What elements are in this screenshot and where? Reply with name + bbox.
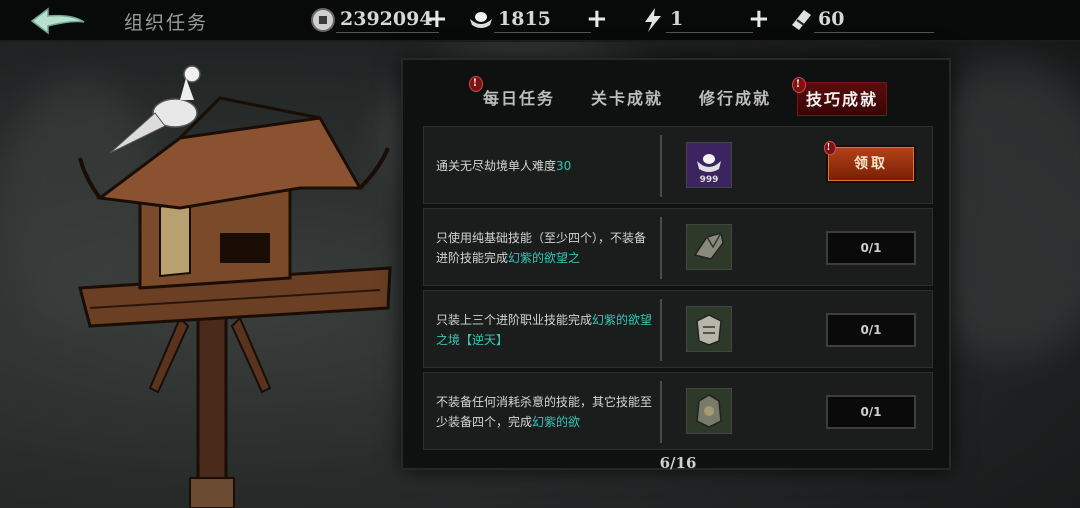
claim-badge: ! xyxy=(824,141,836,155)
add-coin-button[interactable]: + xyxy=(426,4,448,34)
task-description: 不装备任何消耗杀意的技能，其它技能至少装备四个，完成幻紫的欲 xyxy=(436,373,656,451)
page-title: 组织任务 xyxy=(124,12,209,34)
task-text: 只装上三个进阶职业技能完成 xyxy=(436,313,593,327)
tab-daily-tasks[interactable]: ! 每日任务 xyxy=(469,76,563,116)
claim-button[interactable]: ! 领取 xyxy=(824,141,916,183)
reward-item[interactable]: 999 xyxy=(686,142,732,188)
back-button[interactable] xyxy=(28,6,88,36)
task-panel: ! 每日任务 关卡成就 修行成就 ! 技巧成就 通关无尽劫境单人难度30 999… xyxy=(401,58,953,472)
reward-item[interactable] xyxy=(686,306,732,352)
divider xyxy=(660,217,662,279)
tab-skill-achievements[interactable]: ! 技巧成就 xyxy=(792,77,888,116)
progress-indicator: 0/1 xyxy=(826,395,916,429)
tab-stage-achievements[interactable]: 关卡成就 xyxy=(583,82,671,116)
claim-label: 领取 xyxy=(854,156,888,172)
task-description: 通关无尽劫境单人难度30 xyxy=(436,127,656,205)
add-silver-button[interactable]: + xyxy=(586,4,608,34)
page-indicator: 6/16 xyxy=(659,454,697,472)
task-text: 通关无尽劫境单人难度 xyxy=(436,159,557,173)
task-highlight: 幻紫的欲望之 xyxy=(508,251,581,265)
resource-coin: 2392094 + xyxy=(310,4,448,36)
reward-quantity: 999 xyxy=(699,175,719,185)
progress-indicator: 0/1 xyxy=(826,231,916,265)
task-highlight: 30 xyxy=(556,159,572,173)
gauntlet-icon xyxy=(693,232,724,260)
task-row: 通关无尽劫境单人难度30 999 ! 领取 xyxy=(423,126,933,204)
silver-value: 1815 xyxy=(494,8,591,33)
coin-value: 2392094 xyxy=(336,8,439,33)
ticket-icon xyxy=(792,10,811,30)
task-description: 只使用纯基础技能（至少四个），不装备进阶技能完成幻紫的欲望之 xyxy=(436,209,656,287)
add-energy-button[interactable]: + xyxy=(748,4,770,34)
tab-cultivation-achievements[interactable]: 修行成就 xyxy=(691,82,779,116)
task-row: 不装备任何消耗杀意的技能，其它技能至少装备四个，完成幻紫的欲 0/1 xyxy=(423,372,933,450)
back-arrow-icon xyxy=(30,7,85,35)
silver-ingot-icon xyxy=(470,12,492,28)
ticket-value: 60 xyxy=(814,8,935,33)
task-row: 只使用纯基础技能（至少四个），不装备进阶技能完成幻紫的欲望之 0/1 xyxy=(423,208,933,286)
divider xyxy=(660,299,662,361)
coin-icon xyxy=(311,8,335,32)
tab-label: 每日任务 xyxy=(483,89,556,108)
tab-label: 修行成就 xyxy=(699,89,772,108)
task-highlight: 幻紫的欲 xyxy=(532,415,581,429)
resource-ticket: 60 xyxy=(788,4,935,36)
lightning-icon xyxy=(645,8,661,32)
task-description: 只装上三个进阶职业技能完成幻紫的欲望之境【逆天】 xyxy=(436,291,656,369)
top-bar: 组织任务 2392094 + 1815 + 1 + 60 xyxy=(0,0,1080,42)
tab-badge: ! xyxy=(469,76,483,92)
armor-icon xyxy=(696,314,722,346)
resource-energy: 1 + xyxy=(640,4,770,36)
chest-armor-icon xyxy=(696,394,722,428)
resource-silver: 1815 + xyxy=(468,4,608,36)
task-row: 只装上三个进阶职业技能完成幻紫的欲望之境【逆天】 0/1 xyxy=(423,290,933,368)
divider xyxy=(660,381,662,443)
pigeon-house-illustration xyxy=(78,65,392,508)
progress-indicator: 0/1 xyxy=(826,313,916,347)
divider xyxy=(660,135,662,197)
tab-badge: ! xyxy=(792,77,806,93)
reward-item[interactable] xyxy=(686,224,732,270)
energy-value: 1 xyxy=(666,8,754,33)
tab-label: 技巧成就 xyxy=(806,90,879,109)
tab-bar: ! 每日任务 关卡成就 修行成就 ! 技巧成就 xyxy=(403,76,953,118)
tab-label: 关卡成就 xyxy=(591,89,664,108)
reward-item[interactable] xyxy=(686,388,732,434)
